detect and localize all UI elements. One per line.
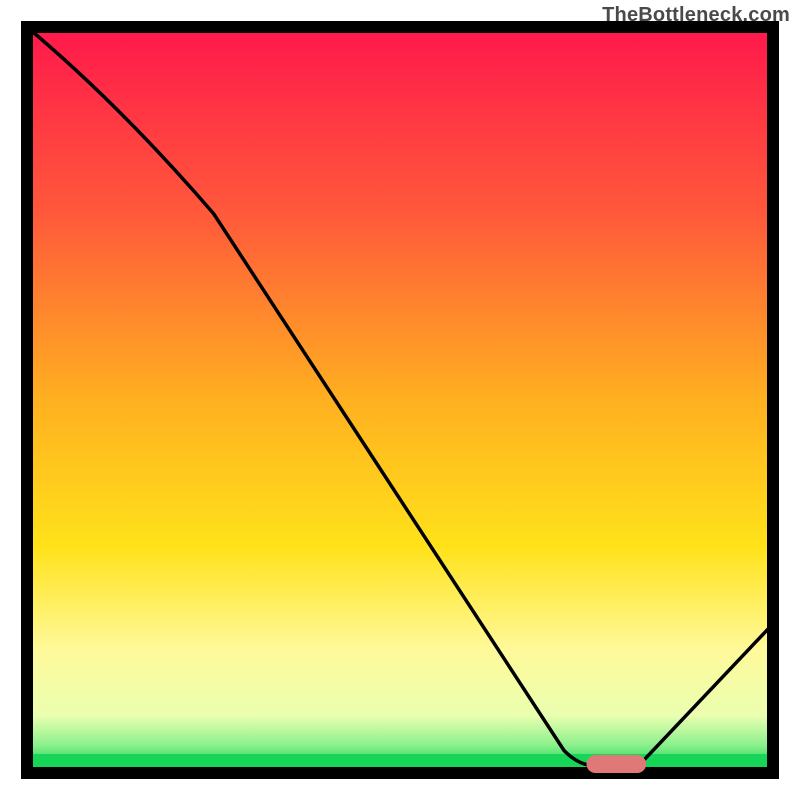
optimal-region-marker (587, 755, 647, 773)
green-baseline (33, 754, 767, 767)
chart-container: TheBottleneck.com (0, 0, 800, 800)
plot-background (33, 33, 767, 767)
bottleneck-chart (0, 0, 800, 800)
watermark-text: TheBottleneck.com (602, 4, 790, 27)
